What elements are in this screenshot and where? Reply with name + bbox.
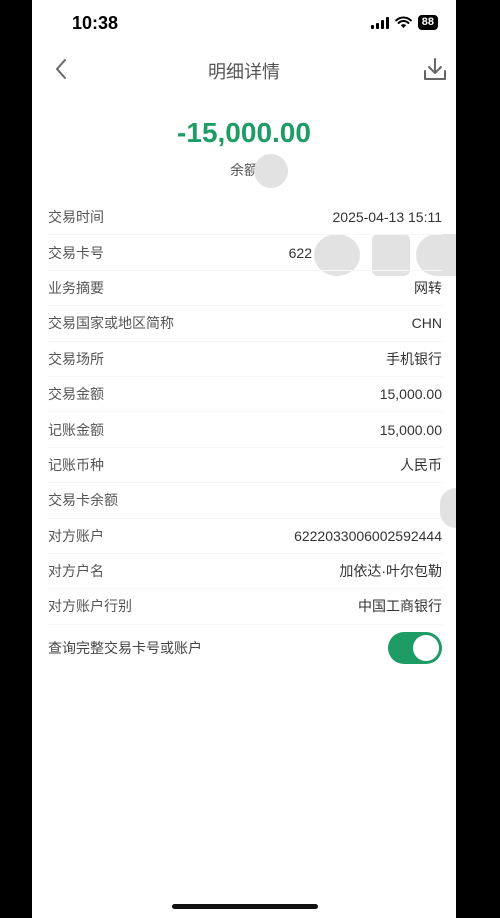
home-indicator[interactable] [172,904,318,909]
detail-row-counterparty-bank: 对方账户行别 中国工商银行 [48,589,442,625]
detail-row-card-balance: 交易卡余额 [48,483,442,519]
detail-label: 交易金额 [48,386,104,403]
detail-value: 622 [288,244,312,261]
wifi-icon [394,16,412,28]
page-title: 明细详情 [208,62,280,82]
detail-label: 交易卡余额 [48,492,118,509]
detail-value: 15,000.00 [379,386,442,403]
nav-bar: 明细详情 [32,48,456,92]
detail-row-country: 交易国家或地区简称 CHN [48,306,442,342]
detail-value: CHN [411,315,442,332]
detail-row-currency: 记账币种 人民币 [48,448,442,484]
detail-value: 15,000.00 [379,421,442,438]
detail-label: 交易场所 [48,350,104,367]
download-icon[interactable] [420,54,450,84]
detail-value: 手机银行 [386,350,442,367]
detail-value: 中国工商银行 [358,598,442,615]
detail-value: 网转 [414,279,442,296]
redaction-mark [440,488,456,528]
redaction-mark [254,154,288,188]
full-number-toggle-row: 查询完整交易卡号或账户 [48,630,442,666]
status-time: 10:38 [72,13,119,33]
detail-label: 交易卡号 [48,244,104,261]
detail-row-posted-amount: 记账金额 15,000.00 [48,412,442,448]
balance-label: 余额 [230,162,258,178]
detail-row-card-number: 交易卡号 622 [48,235,442,271]
detail-list: 交易时间 2025-04-13 15:11 交易卡号 622 业务摘要 网转 交… [48,200,442,625]
detail-label: 记账金额 [48,421,104,438]
detail-value: 人民币 [400,456,442,473]
full-number-toggle[interactable] [388,632,442,664]
detail-value: 2025-04-13 15:11 [332,209,443,226]
detail-label: 对方户名 [48,563,104,580]
toggle-label: 查询完整交易卡号或账户 [48,640,202,656]
detail-row-venue: 交易场所 手机银行 [48,342,442,377]
detail-label: 对方账户行别 [48,598,132,615]
detail-value: 加依达·叶尔包勒 [339,563,442,580]
detail-label: 对方账户 [48,527,104,544]
battery-icon: 88 [417,15,438,30]
detail-label: 业务摘要 [48,279,104,296]
status-icons: 88 [370,15,438,30]
signal-icon [370,16,389,29]
detail-row-counterparty-name: 对方户名 加依达·叶尔包勒 [48,554,442,590]
detail-label: 交易时间 [48,209,104,226]
detail-row-summary: 业务摘要 网转 [48,271,442,307]
transaction-amount: -15,000.00 [177,117,311,148]
detail-value: 6222033006002592444 [294,527,442,544]
phone-screen: 10:38 88 明细详情 -15,000.00 余额 交易时间 2025-04… [32,0,456,918]
detail-label: 记账币种 [48,456,104,473]
toggle-knob [413,635,439,661]
detail-row-time: 交易时间 2025-04-13 15:11 [48,200,443,236]
detail-row-counterparty-account: 对方账户 6222033006002592444 [48,519,442,554]
detail-label: 交易国家或地区简称 [48,315,174,332]
detail-row-amount: 交易金额 15,000.00 [48,377,442,413]
status-bar: 10:38 88 [32,0,456,48]
